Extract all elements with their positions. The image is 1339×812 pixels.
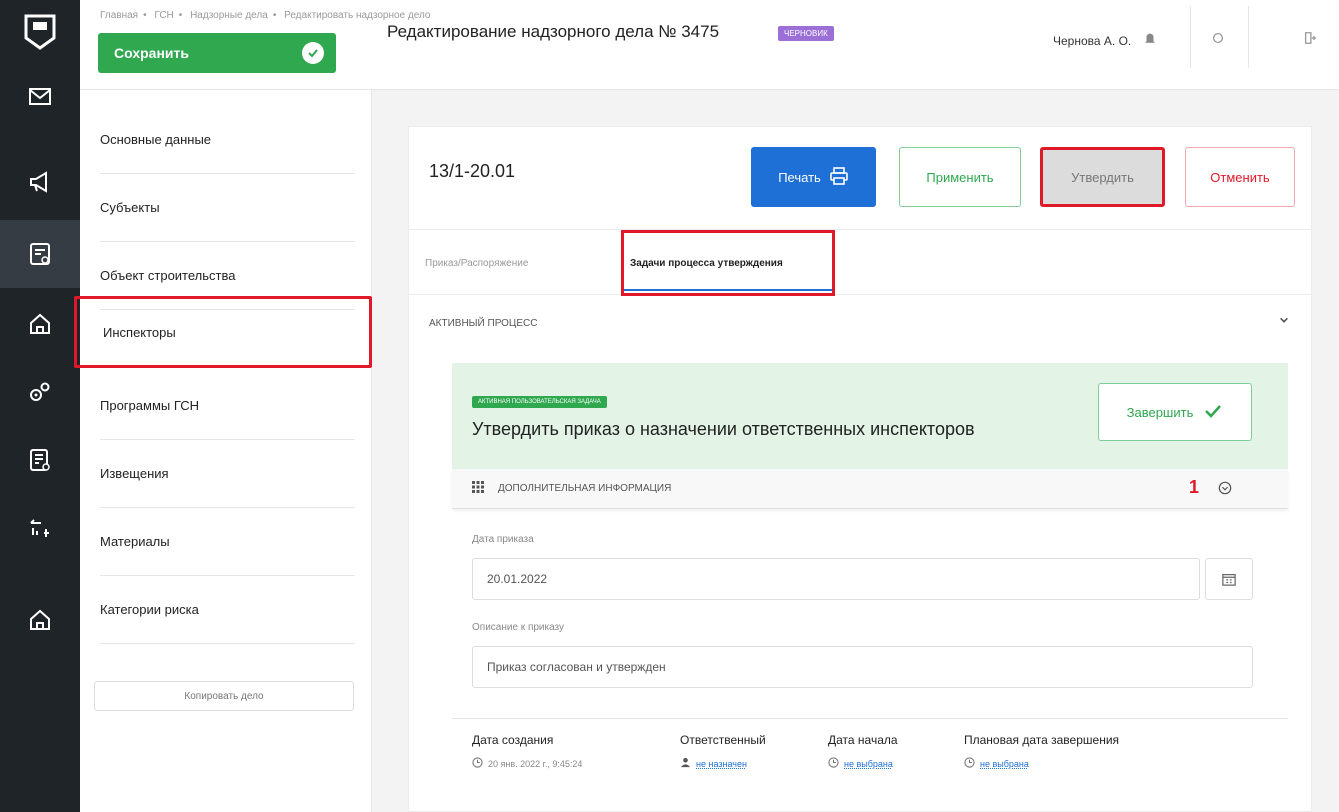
save-button[interactable]: Сохранить	[98, 33, 336, 73]
divider	[1248, 6, 1249, 68]
document-code-icon[interactable]	[0, 220, 80, 288]
finish-task-button[interactable]: Завершить	[1098, 383, 1252, 441]
order-date-label: Дата приказа	[472, 534, 534, 545]
task-status-badge: активная пользовательская задача	[472, 396, 607, 408]
page-header: Главная • ГСН • Надзорные дела • Редактиров…	[80, 0, 1339, 90]
megaphone-icon[interactable]	[0, 148, 80, 216]
created-date-label: Дата создания	[472, 733, 554, 747]
breadcrumb-item[interactable]: Главная	[100, 10, 138, 21]
planned-date-column: Плановая дата завершения не выбрана	[964, 733, 1119, 770]
created-date-value: 20 янв. 2022 г., 9:45:24	[488, 758, 583, 769]
breadcrumb-item: Редактировать надзорное дело	[284, 10, 431, 21]
calendar-icon[interactable]	[1205, 558, 1253, 600]
created-date-column: Дата создания 20 янв. 2022 г., 9:45:24	[472, 733, 582, 770]
divider	[1190, 6, 1191, 68]
order-description-field[interactable]: Приказ согласован и утвержден	[472, 646, 1253, 688]
order-description-label: Описание к приказу	[472, 622, 565, 633]
side-navigation: Основные данные Субъекты Объект строител…	[74, 90, 372, 812]
transfer-icon[interactable]	[0, 494, 80, 562]
check-icon	[1203, 401, 1223, 424]
sidebar-item-label: Субъекты	[100, 200, 160, 215]
planned-date-label: Плановая дата завершения	[964, 733, 1120, 747]
home-icon[interactable]	[0, 586, 80, 654]
save-button-label: Сохранить	[114, 45, 189, 61]
icon-rail	[0, 0, 80, 812]
logout-icon[interactable]	[1296, 24, 1324, 52]
start-date-link[interactable]: не выбрана	[844, 759, 893, 769]
breadcrumb-item[interactable]: ГСН	[154, 10, 173, 21]
sidebar-item-notices[interactable]: Извещения	[100, 440, 355, 508]
home-icon[interactable]	[0, 290, 80, 358]
page-title: Редактирование надзорного дела № 3475	[387, 22, 720, 41]
start-date-column: Дата начала не выбрана	[828, 733, 898, 770]
sidebar-item-label: Материалы	[100, 534, 170, 549]
grid-icon	[472, 481, 484, 496]
responsible-column: Ответственный не назначен	[680, 733, 766, 770]
task-title: Утвердить приказ о назначении ответствен…	[472, 419, 975, 439]
status-badge: черновик	[778, 26, 834, 41]
breadcrumb-item[interactable]: Надзорные дела	[190, 10, 268, 21]
sidebar-item-label: Извещения	[100, 466, 169, 481]
step-marker: 1	[1189, 477, 1200, 497]
copy-case-button[interactable]: Копировать дело	[94, 681, 354, 711]
start-date-label: Дата начала	[828, 733, 898, 747]
responsible-label: Ответственный	[680, 733, 766, 747]
settings-gears-icon[interactable]	[0, 358, 80, 426]
mail-icon[interactable]	[0, 62, 80, 130]
sidebar-item-main-data[interactable]: Основные данные	[100, 106, 355, 174]
additional-info-label: дополнительная информация	[498, 483, 672, 494]
planned-date-link[interactable]: не выбрана	[980, 759, 1029, 769]
additional-info-header[interactable]: дополнительная информация 1	[452, 469, 1288, 509]
finish-button-label: Завершить	[1126, 404, 1194, 420]
task-panel: активная пользовательская задача Утверди…	[408, 126, 1312, 812]
sidebar-item-subjects[interactable]: Субъекты	[100, 174, 355, 242]
report-icon[interactable]	[0, 426, 80, 494]
clock-icon	[964, 757, 975, 770]
sidebar-item-label: Программы ГСН	[100, 398, 200, 413]
sidebar-item-label: Инспекторы	[103, 324, 176, 340]
bell-icon[interactable]	[1136, 24, 1164, 52]
clock-icon	[828, 757, 839, 770]
collapse-icon[interactable]	[1218, 481, 1232, 498]
sidebar-item-label: Объект строительства	[100, 268, 236, 283]
user-icon	[680, 757, 691, 770]
logo-icon[interactable]	[22, 12, 58, 52]
check-icon	[302, 42, 324, 64]
divider	[452, 718, 1288, 719]
sidebar-item-risk-categories[interactable]: Категории риска	[100, 576, 355, 644]
breadcrumb: Главная • ГСН • Надзорные дела • Редактиров…	[100, 10, 431, 21]
sidebar-item-inspectors[interactable]: Инспекторы	[74, 296, 372, 368]
responsible-link[interactable]: не назначен	[696, 759, 747, 769]
sidebar-item-materials[interactable]: Материалы	[100, 508, 355, 576]
clock-icon	[472, 757, 483, 770]
user-name[interactable]: Чернова А. О.	[1053, 34, 1131, 48]
active-task: активная пользовательская задача Утверди…	[452, 363, 1288, 469]
sidebar-item-label: Основные данные	[100, 132, 212, 147]
sidebar-item-gsn-programs[interactable]: Программы ГСН	[100, 372, 355, 440]
settings-icon[interactable]	[1204, 24, 1232, 52]
order-date-field[interactable]: 20.01.2022	[472, 558, 1200, 600]
sidebar-item-label: Категории риска	[100, 602, 199, 617]
